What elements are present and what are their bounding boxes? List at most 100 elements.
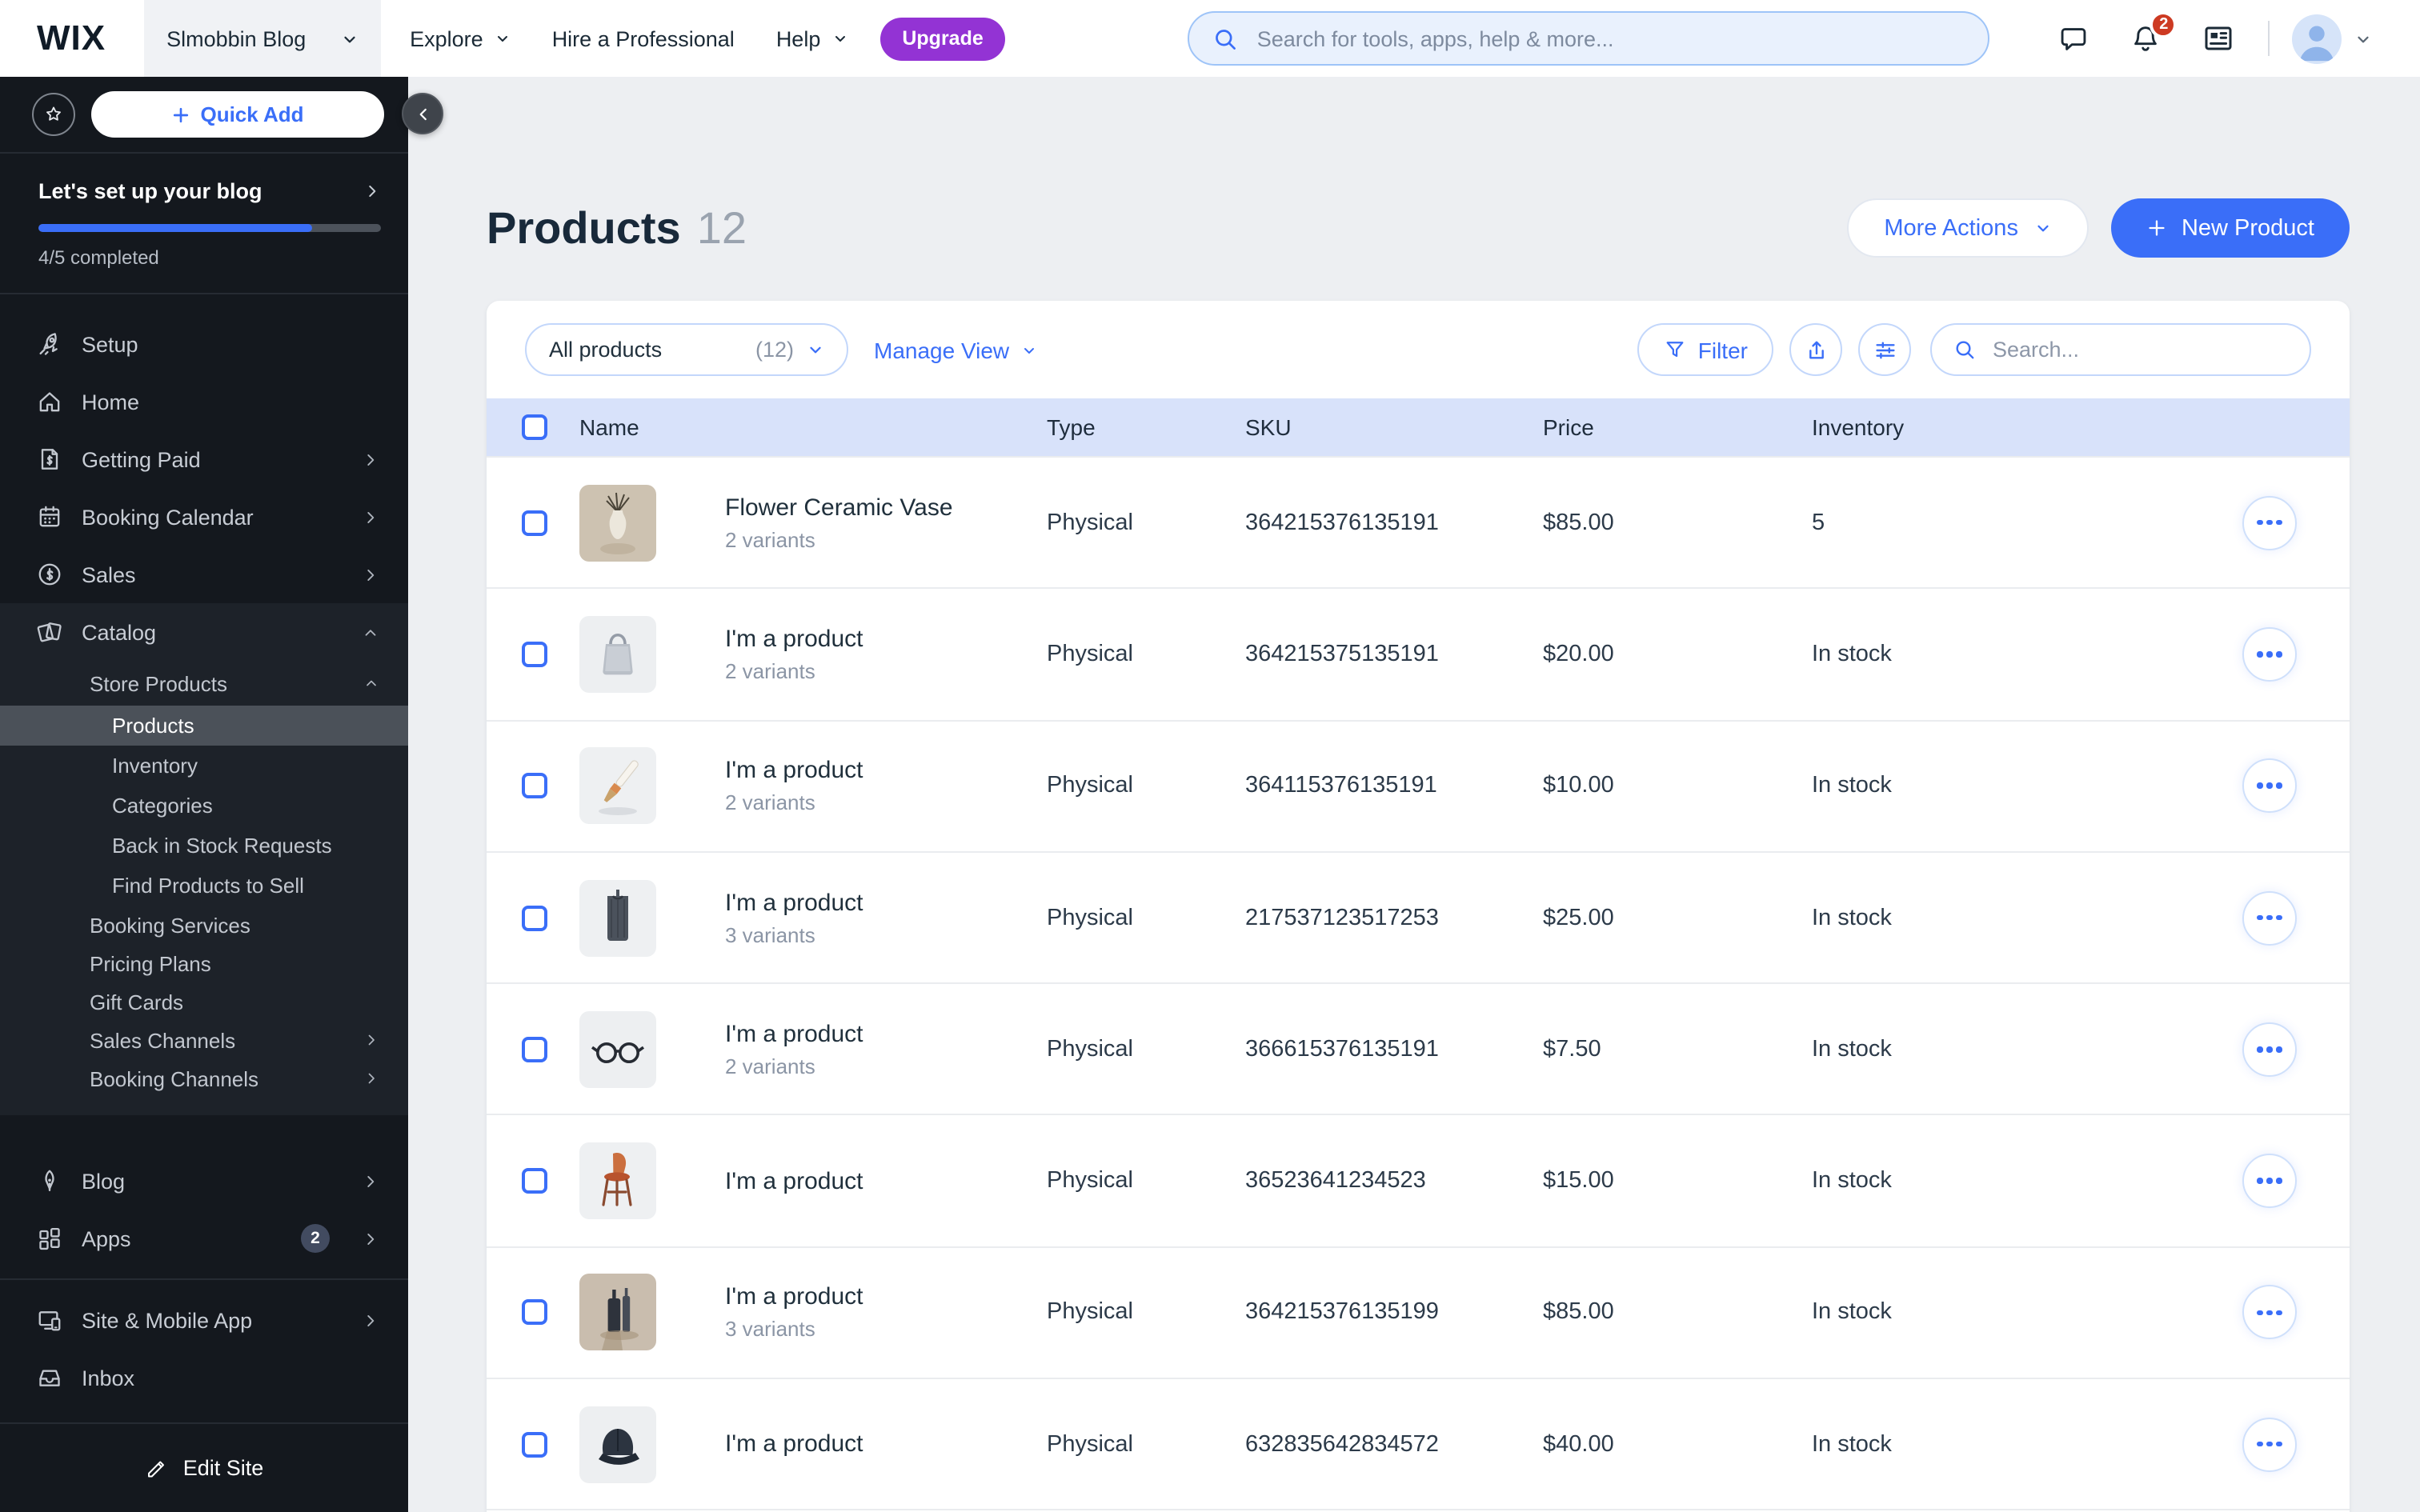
notifications-bell-icon[interactable]: 2 <box>2130 10 2178 55</box>
site-selector[interactable]: Slmobbin Blog <box>144 0 382 77</box>
sidebar-item-label: Site & Mobile App <box>82 1308 253 1332</box>
row-checkbox[interactable] <box>522 905 547 931</box>
row-actions-button[interactable] <box>2242 1022 2297 1077</box>
product-name[interactable]: Flower Ceramic Vase <box>725 494 1047 521</box>
row-checkbox[interactable] <box>522 1036 547 1062</box>
more-actions-button[interactable]: More Actions <box>1847 198 2089 258</box>
product-name[interactable]: I'm a product <box>725 889 1047 916</box>
sidebar-item-pricing-plans[interactable]: Pricing Plans <box>0 944 408 982</box>
product-type: Physical <box>1047 1299 1133 1326</box>
sidebar-item-inbox[interactable]: Inbox <box>0 1349 408 1406</box>
table-header-row: Name Type SKU Price Inventory <box>487 398 2350 456</box>
sidebar-item-site-and-mobile-app[interactable]: Site & Mobile App <box>0 1291 408 1349</box>
sidebar-collapse-button[interactable] <box>402 93 443 134</box>
top-icon-cluster: 2 <box>2057 10 2237 56</box>
row-actions-button[interactable] <box>2242 1154 2297 1209</box>
table-search[interactable] <box>1930 323 2311 376</box>
sidebar-item-sales-channels[interactable]: Sales Channels <box>0 1021 408 1059</box>
row-actions-button[interactable] <box>2242 495 2297 550</box>
table-row[interactable]: I'm a product Physical 36523641234523 $1… <box>487 1114 2350 1246</box>
column-header-type[interactable]: Type <box>1047 414 1245 440</box>
sidebar-item-categories[interactable]: Categories <box>0 786 408 826</box>
row-checkbox[interactable] <box>522 510 547 536</box>
favorites-star-icon[interactable] <box>32 93 75 136</box>
sidebar-item-booking-channels[interactable]: Booking Channels <box>0 1059 408 1098</box>
product-name[interactable]: I'm a product <box>725 1021 1047 1048</box>
sidebar-item-inventory[interactable]: Inventory <box>0 746 408 786</box>
row-checkbox[interactable] <box>522 1431 547 1458</box>
edit-site-button[interactable]: Edit Site <box>0 1422 408 1512</box>
export-icon[interactable] <box>1789 323 1842 376</box>
table-row[interactable]: I'm a product 2 variants Physical 364215… <box>487 587 2350 720</box>
sidebar-item-gift-cards[interactable]: Gift Cards <box>0 982 408 1021</box>
table-row[interactable]: Flower Ceramic Vase 2 variants Physical … <box>487 456 2350 588</box>
new-product-button[interactable]: New Product <box>2110 198 2350 258</box>
table-row[interactable]: I'm a product 2 variants Physical 366615… <box>487 982 2350 1114</box>
sidebar-item-home[interactable]: Home <box>0 373 408 430</box>
quick-add-button[interactable]: Quick Add <box>91 91 384 138</box>
rocket-icon <box>34 330 64 358</box>
manage-view-dropdown[interactable]: Manage View <box>874 337 1036 362</box>
sidebar-item-blog[interactable]: Blog <box>0 1152 408 1210</box>
chat-icon[interactable] <box>2057 22 2091 55</box>
sidebar-item-catalog[interactable]: Catalog <box>0 603 408 661</box>
upgrade-button[interactable]: Upgrade <box>879 17 1006 60</box>
nav-hire-a-professional[interactable]: Hire a Professional <box>552 26 735 50</box>
sidebar-item-booking-services[interactable]: Booking Services <box>0 906 408 944</box>
sidebar-item-label: Pricing Plans <box>90 951 211 975</box>
account-menu[interactable] <box>2292 14 2373 63</box>
product-name[interactable]: I'm a product <box>725 1430 1047 1458</box>
product-name[interactable]: I'm a product <box>725 1284 1047 1311</box>
product-name[interactable]: I'm a product <box>725 626 1047 653</box>
customize-columns-sliders-icon[interactable] <box>1858 323 1911 376</box>
product-inventory: 5 <box>1812 510 1825 536</box>
row-actions-button[interactable] <box>2242 1285 2297 1340</box>
sidebar-item-find-products-to-sell[interactable]: Find Products to Sell <box>0 866 408 906</box>
row-checkbox[interactable] <box>522 641 547 667</box>
nav-help[interactable]: Help <box>776 26 848 50</box>
select-all-checkbox[interactable] <box>522 414 547 440</box>
sidebar-item-label: Blog <box>82 1169 126 1193</box>
nav-explore[interactable]: Explore <box>410 26 511 50</box>
global-search-input[interactable] <box>1253 25 1966 52</box>
sidebar-item-apps[interactable]: Apps 2 <box>0 1210 408 1267</box>
sidebar-item-products[interactable]: Products <box>0 706 408 746</box>
sidebar-item-getting-paid[interactable]: Getting Paid <box>0 430 408 488</box>
sidebar-item-back-in-stock-requests[interactable]: Back in Stock Requests <box>0 826 408 866</box>
product-price: $7.50 <box>1543 1036 1601 1062</box>
product-price: $10.00 <box>1543 773 1614 799</box>
chevron-right-icon <box>368 1073 375 1084</box>
column-header-price[interactable]: Price <box>1543 414 1812 440</box>
column-header-sku[interactable]: SKU <box>1245 414 1543 440</box>
row-actions-button[interactable] <box>2242 890 2297 946</box>
global-search[interactable] <box>1188 11 1990 66</box>
row-actions-button[interactable] <box>2242 626 2297 682</box>
table-row[interactable]: I'm a product Physical 632835642834572 $… <box>487 1378 2350 1510</box>
sidebar-item-label: Catalog <box>82 620 157 644</box>
table-row[interactable]: I'm a product 3 variants Physical 364215… <box>487 1246 2350 1378</box>
filter-button[interactable]: Filter <box>1637 323 1773 376</box>
product-sku: 364215376135191 <box>1245 510 1439 536</box>
product-inventory: In stock <box>1812 1036 1892 1062</box>
sidebar-item-setup[interactable]: Setup <box>0 315 408 373</box>
table-search-input[interactable] <box>1989 336 2289 363</box>
chevron-down-icon <box>1024 347 1034 353</box>
row-checkbox[interactable] <box>522 1299 547 1326</box>
sidebar-item-sales[interactable]: Sales <box>0 546 408 603</box>
row-actions-button[interactable] <box>2242 1417 2297 1472</box>
updates-feed-icon[interactable] <box>2202 21 2237 56</box>
product-name[interactable]: I'm a product <box>725 1167 1047 1194</box>
sidebar-item-label: Setup <box>82 332 138 356</box>
row-checkbox[interactable] <box>522 773 547 799</box>
table-row[interactable]: I'm a product 2 variants Physical 364115… <box>487 719 2350 851</box>
setup-progress-card[interactable]: Let's set up your blog 4/5 completed <box>0 154 408 294</box>
product-name[interactable]: I'm a product <box>725 757 1047 784</box>
sidebar-item-store-products[interactable]: Store Products <box>0 661 408 706</box>
column-header-inventory[interactable]: Inventory <box>1812 414 2242 440</box>
view-filter-dropdown[interactable]: All products (12) <box>525 323 848 376</box>
row-actions-button[interactable] <box>2242 758 2297 814</box>
row-checkbox[interactable] <box>522 1168 547 1194</box>
table-row[interactable]: I'm a product 3 variants Physical 217537… <box>487 850 2350 983</box>
column-header-name[interactable]: Name <box>579 414 1047 440</box>
sidebar-item-booking-calendar[interactable]: Booking Calendar <box>0 488 408 546</box>
